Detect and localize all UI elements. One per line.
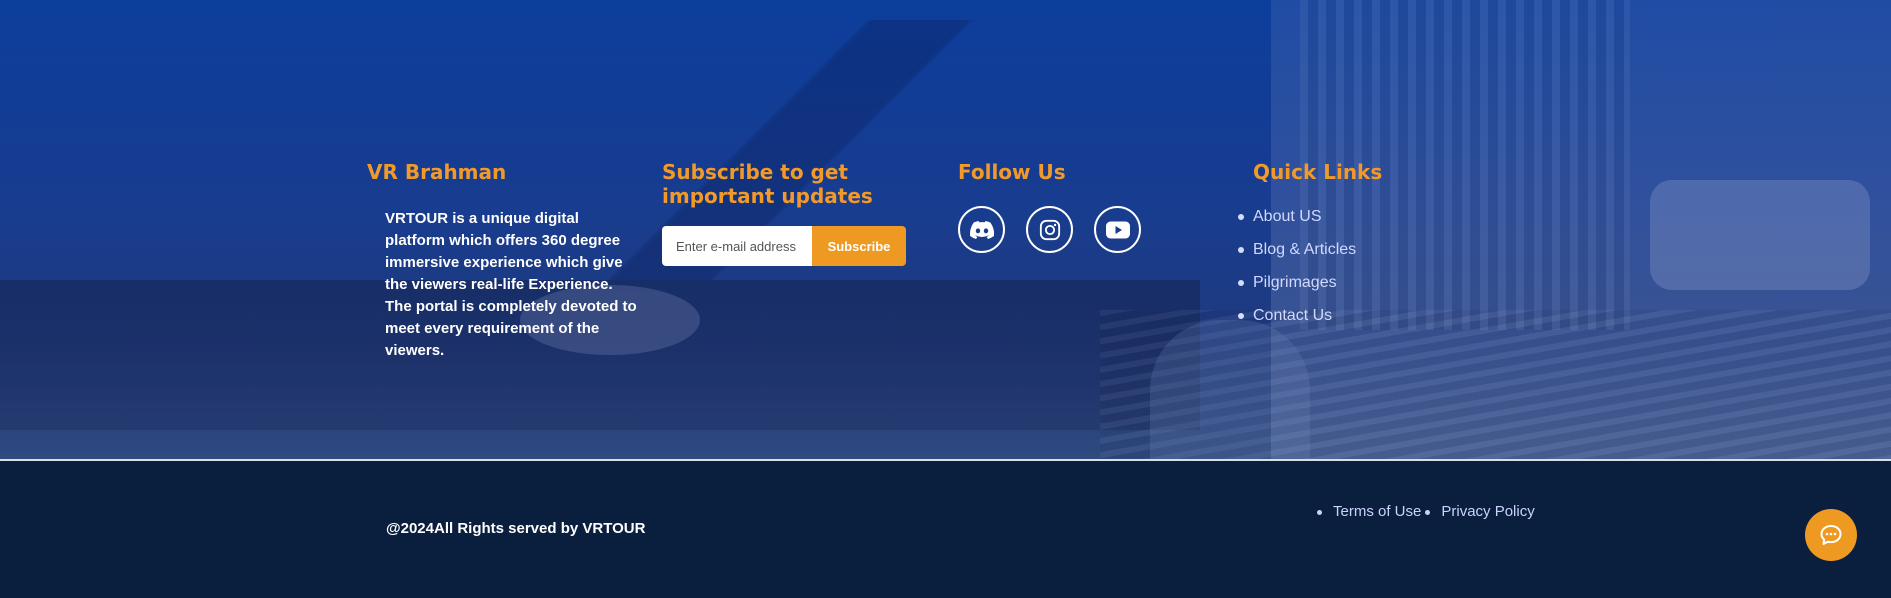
about-title: VR Brahman [367, 160, 507, 184]
link-terms-of-use[interactable]: Terms of Use [1333, 503, 1421, 520]
discord-link[interactable] [958, 206, 1005, 253]
discord-icon [969, 220, 994, 239]
subscribe-form: Subscribe [662, 226, 906, 266]
follow-column: Follow Us [958, 160, 1218, 253]
quick-links-title: Quick Links [1253, 160, 1383, 184]
legal-links: Terms of Use Privacy Policy [1316, 503, 1535, 521]
background-sofa [1650, 180, 1870, 290]
subscribe-title: Subscribe to get important updates [662, 160, 873, 208]
list-item: Blog & Articles [1238, 239, 1513, 272]
footer-top: VR Brahman VRTOUR is a unique digital pl… [0, 0, 1891, 459]
list-item: Terms of Use [1316, 503, 1421, 521]
list-item: Pilgrimages [1238, 272, 1513, 305]
footer-bottom: @2024All Rights served by VRTOUR Terms o… [0, 461, 1891, 598]
social-links [958, 206, 1218, 253]
link-contact-us[interactable]: Contact Us [1253, 307, 1332, 324]
instagram-link[interactable] [1026, 206, 1073, 253]
chat-bubble-icon [1820, 525, 1842, 545]
chat-button[interactable] [1805, 509, 1857, 561]
subscribe-column: Subscribe to get important updates Subsc… [662, 160, 932, 266]
copyright-text: @2024All Rights served by VRTOUR [386, 520, 646, 537]
email-input[interactable] [662, 226, 812, 266]
link-blog-articles[interactable]: Blog & Articles [1253, 241, 1356, 258]
about-description: VRTOUR is a unique digital platform whic… [385, 210, 637, 359]
quick-links-list: About US Blog & Articles Pilgrimages Con… [1238, 206, 1513, 338]
list-item: Privacy Policy [1425, 503, 1535, 521]
quick-links-column: Quick Links About US Blog & Articles Pil… [1238, 160, 1513, 338]
link-pilgrimages[interactable]: Pilgrimages [1253, 274, 1337, 291]
youtube-icon [1105, 221, 1130, 238]
background-chair [1150, 320, 1310, 459]
list-item: Contact Us [1238, 305, 1513, 338]
follow-title: Follow Us [958, 160, 1066, 184]
list-item: About US [1238, 206, 1513, 239]
instagram-icon [1039, 219, 1060, 240]
youtube-link[interactable] [1094, 206, 1141, 253]
about-column: VR Brahman VRTOUR is a unique digital pl… [367, 160, 637, 362]
link-about-us[interactable]: About US [1253, 208, 1321, 225]
link-privacy-policy[interactable]: Privacy Policy [1441, 503, 1534, 520]
subscribe-button[interactable]: Subscribe [812, 226, 906, 266]
